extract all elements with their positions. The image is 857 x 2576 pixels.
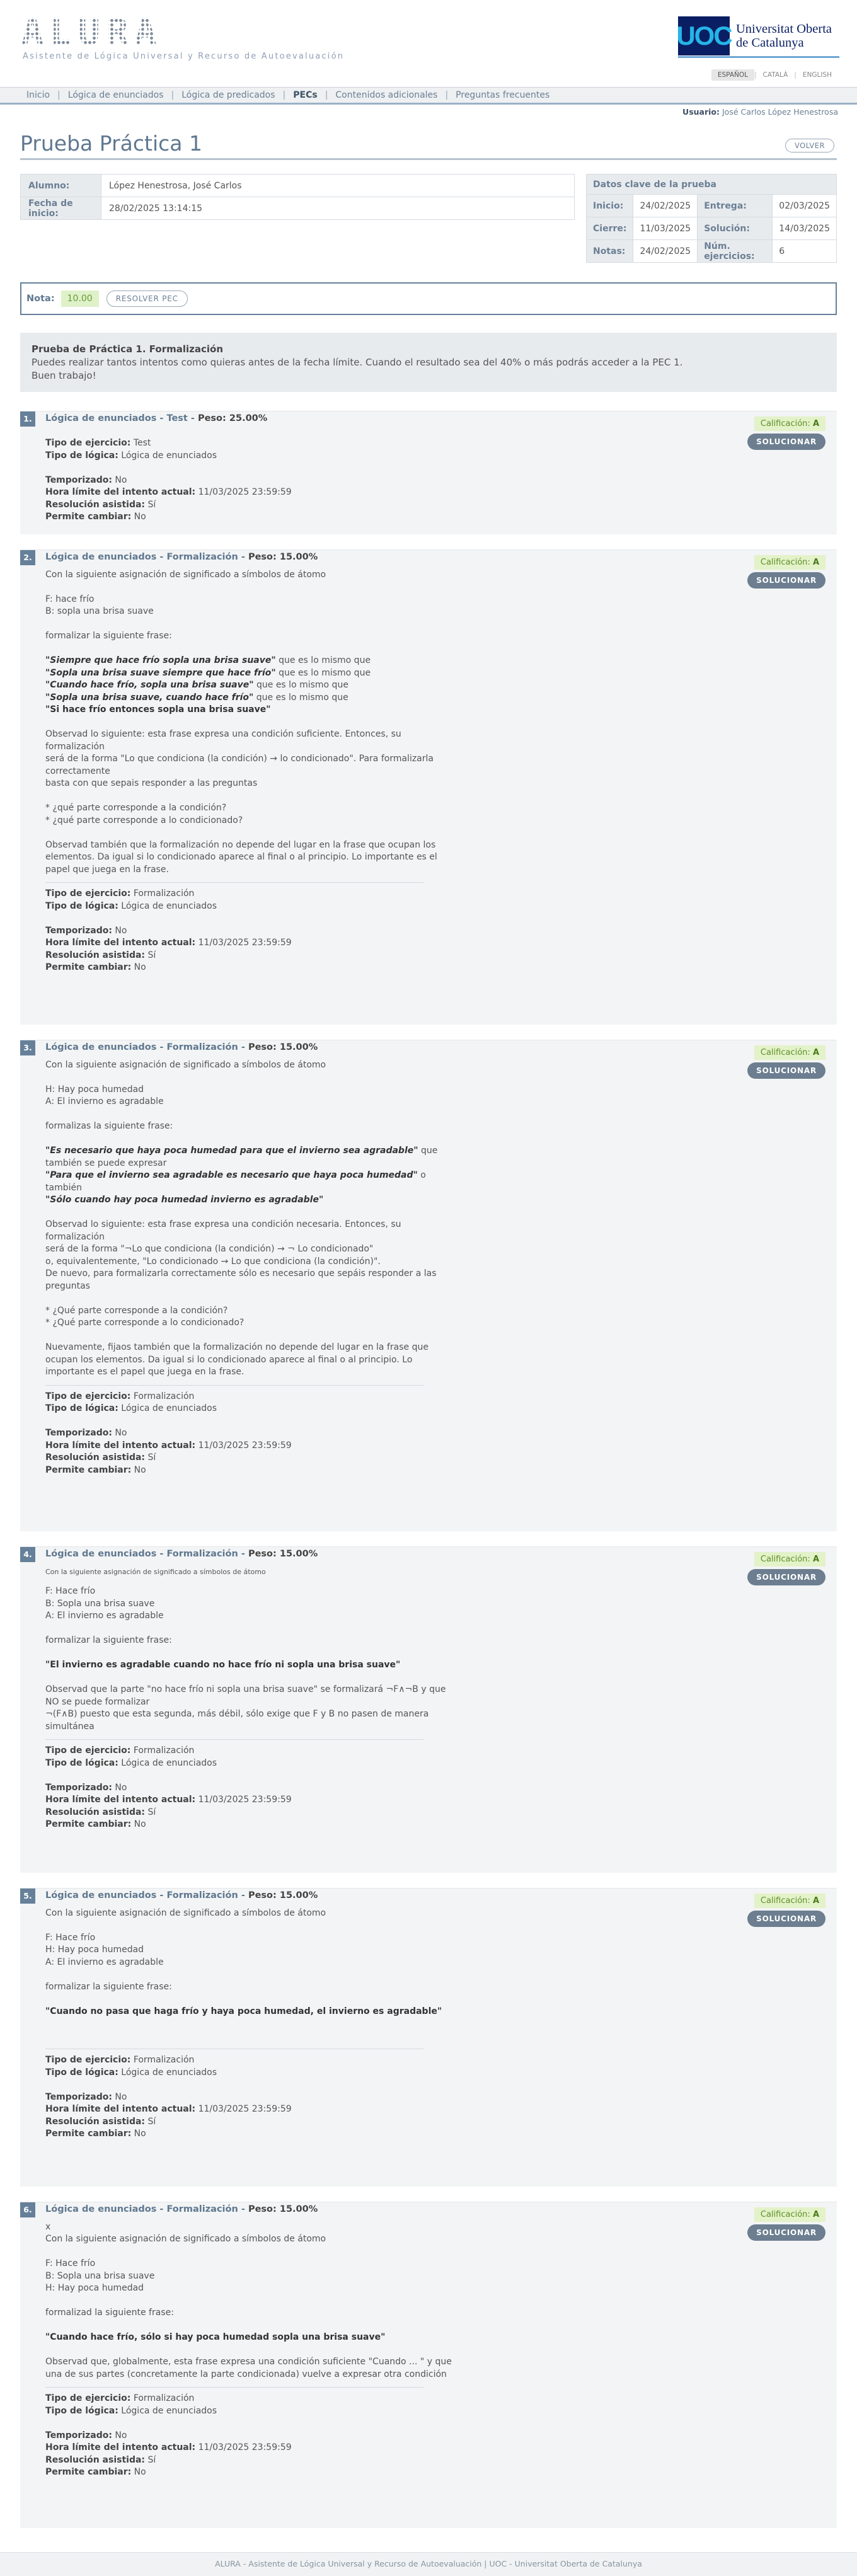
divider [45, 882, 423, 883]
alumno-value: López Henestrosa, José Carlos [101, 174, 575, 197]
lang-es[interactable]: ESPAÑOL [711, 69, 754, 81]
question-number: 6. [20, 2202, 35, 2217]
user-label: Usuario: [682, 107, 720, 117]
logo-text: ALURA [21, 13, 344, 50]
user-name[interactable]: José Carlos López Henestrosa [722, 107, 838, 117]
question-meta: Tipo de ejercicio: Test Tipo de lógica: … [45, 438, 292, 522]
fecha-inicio-label: Fecha de inicio: [20, 197, 101, 220]
volver-button[interactable]: VOLVER [785, 139, 834, 152]
lang-en[interactable]: ENGLISH [797, 69, 838, 81]
inicio-label: Inicio: [585, 194, 634, 217]
question-number: 4. [20, 1547, 35, 1562]
solucionar-button[interactable]: SOLUCIONAR [747, 1062, 825, 1079]
question-meta: Tipo de ejercicio: Formalización Tipo de… [45, 2055, 292, 2139]
lang-ca[interactable]: CATALÀ [757, 69, 795, 81]
entrega-value: 02/03/2025 [772, 194, 837, 217]
solucion-value: 14/03/2025 [772, 217, 837, 240]
cierre-value: 11/03/2025 [633, 217, 698, 240]
solucionar-button[interactable]: SOLUCIONAR [747, 1911, 825, 1927]
nota-bar: Nota: 10.00 RESOLVER PEC [20, 282, 837, 315]
question-4: 4. Lógica de enunciados - Formalización … [20, 1546, 837, 1873]
header: ALURA Asistente de Lógica Universal y Re… [0, 0, 857, 69]
question-title: Lógica de enunciados - Test - Peso: 25.0… [45, 413, 268, 423]
logo-subtitle: Asistente de Lógica Universal y Recurso … [23, 52, 345, 61]
user-info: Usuario: José Carlos López Henestrosa [682, 107, 838, 117]
num-ejercicios-value: 6 [772, 239, 837, 263]
question-meta: Tipo de ejercicio: Formalización Tipo de… [45, 2393, 292, 2477]
question-statement: x Con la siguiente asignación de signifi… [45, 2221, 452, 2379]
question-statement: Con la siguiente asignación de significa… [45, 1059, 438, 1377]
question-title: Lógica de enunciados - Formalización - P… [45, 1549, 318, 1559]
question-number: 5. [20, 1889, 35, 1904]
question-meta: Tipo de ejercicio: Formalización Tipo de… [45, 888, 292, 972]
uoc-name: Universitat Oberta de Catalunya [736, 21, 832, 50]
question-title: Lógica de enunciados - Formalización - P… [45, 2204, 318, 2214]
question-6: 6. Lógica de enunciados - Formalización … [20, 2202, 837, 2528]
question-1: 1. Lógica de enunciados - Test - Peso: 2… [20, 411, 837, 534]
entrega-label: Entrega: [697, 194, 773, 217]
divider [45, 1739, 423, 1740]
question-statement: Con la siguiente asignación de significa… [45, 569, 437, 875]
solucionar-button[interactable]: SOLUCIONAR [747, 572, 825, 589]
language-switcher: ESPAÑOL | CATALÀ | ENGLISH [711, 69, 838, 81]
question-meta: Tipo de ejercicio: Formalización Tipo de… [45, 1745, 292, 1829]
question-title: Lógica de enunciados - Formalización - P… [45, 1890, 318, 1900]
question-statement: Con la siguiente asignación de significa… [45, 1567, 446, 1732]
fecha-inicio-value: 28/02/2025 13:14:15 [101, 197, 575, 220]
calificacion-badge: Calificación: A [754, 1552, 825, 1567]
solucionar-button[interactable]: SOLUCIONAR [747, 2224, 825, 2241]
divider [45, 1384, 423, 1386]
cierre-label: Cierre: [585, 217, 634, 240]
solucion-label: Solución: [697, 217, 773, 240]
key-facts-table: Datos clave de la prueba Inicio: 24/02/2… [585, 174, 837, 263]
question-title: Lógica de enunciados - Formalización - P… [45, 552, 318, 562]
question-meta: Tipo de ejercicio: Formalización Tipo de… [45, 1391, 292, 1475]
nota-label: Nota: [26, 294, 55, 304]
nav-item-inicio[interactable]: Inicio [19, 90, 57, 100]
title-row: Prueba Práctica 1 VOLVER [20, 131, 837, 160]
calificacion-badge: Calificación: A [754, 1894, 825, 1908]
uoc-logo[interactable]: UOC Universitat Oberta de Catalunya [676, 15, 839, 58]
nav-item-contenidos[interactable]: Contenidos adicionales [328, 90, 445, 100]
alumno-label: Alumno: [20, 174, 101, 197]
inicio-value: 24/02/2025 [633, 194, 698, 217]
intro-line2: Buen trabajo! [32, 370, 96, 381]
question-title: Lógica de enunciados - Formalización - P… [45, 1042, 318, 1052]
question-number: 2. [20, 550, 35, 565]
question-5: 5. Lógica de enunciados - Formalización … [20, 1888, 837, 2187]
alura-logo[interactable]: ALURA Asistente de Lógica Universal y Re… [21, 13, 345, 61]
calificacion-badge: Calificación: A [754, 555, 825, 570]
divider [45, 2387, 423, 2388]
solucionar-button[interactable]: SOLUCIONAR [747, 1569, 825, 1585]
question-3: 3. Lógica de enunciados - Formalización … [20, 1040, 837, 1531]
uoc-mark: UOC [676, 16, 733, 55]
question-number: 3. [20, 1040, 35, 1055]
calificacion-badge: Calificación: A [754, 417, 825, 431]
nav-item-logica-enunciados[interactable]: Lógica de enunciados [60, 90, 171, 100]
notas-label: Notas: [585, 239, 634, 263]
resolver-pec-button[interactable]: RESOLVER PEC [106, 290, 188, 307]
nav-item-pecs[interactable]: PECs [285, 90, 325, 100]
notas-value: 24/02/2025 [633, 239, 698, 263]
nav-item-faq[interactable]: Preguntas frecuentes [448, 90, 557, 100]
footer: ALURA - Asistente de Lógica Universal y … [0, 2552, 857, 2576]
intro-box: Prueba de Práctica 1. Formalización Pued… [20, 333, 837, 392]
question-number: 1. [20, 411, 35, 427]
main-nav: Inicio | Lógica de enunciados | Lógica d… [0, 87, 857, 105]
page-title: Prueba Práctica 1 [20, 131, 202, 156]
num-ejercicios-label: Núm. ejercicios: [697, 239, 773, 263]
solucionar-button[interactable]: SOLUCIONAR [747, 434, 825, 450]
calificacion-badge: Calificación: A [754, 1045, 825, 1060]
nav-item-logica-predicados[interactable]: Lógica de predicados [174, 90, 282, 100]
nota-value: 10.00 [60, 290, 99, 307]
intro-title: Prueba de Práctica 1. Formalización [32, 343, 224, 355]
calificacion-badge: Calificación: A [754, 2207, 825, 2222]
key-facts-title: Datos clave de la prueba [586, 174, 837, 195]
student-info-table: Alumno: López Henestrosa, José Carlos Fe… [20, 174, 575, 220]
question-statement: Con la siguiente asignación de significa… [45, 1907, 442, 2016]
intro-line1: Puedes realizar tantos intentos como qui… [32, 357, 683, 368]
question-2: 2. Lógica de enunciados - Formalización … [20, 549, 837, 1025]
